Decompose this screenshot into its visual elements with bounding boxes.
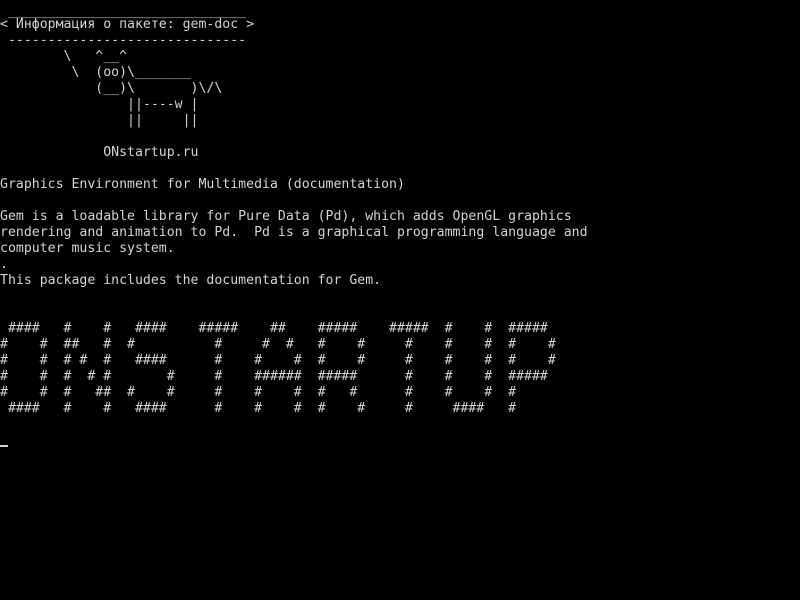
cowsay-bubble-text: < Информация о пакете: gem-doc > xyxy=(0,17,255,32)
site-label: ONstartup.ru xyxy=(0,145,199,160)
package-summary: Graphics Environment for Multimedia (doc… xyxy=(0,177,405,192)
cowsay-cow-line-3: (__)\ )\/\ xyxy=(0,81,223,96)
cowsay-cow-line-5: || || xyxy=(0,113,199,128)
cowsay-bubble-bottom: ------------------------------ xyxy=(0,33,247,48)
banner-line-6: #### # # #### # # # # # # #### # xyxy=(0,401,517,416)
banner-line-4: # # # # # # # ###### ##### # # # ##### xyxy=(0,369,548,384)
banner-line-5: # # # ## # # # # # # # # # # # xyxy=(0,385,517,400)
cowsay-cow-line-4: ||----w | xyxy=(0,97,199,112)
cowsay-cow-line-1: \ ^__^ xyxy=(0,49,128,64)
cowsay-cow-line-2: \ (oo)\_______ xyxy=(0,65,191,80)
banner-line-2: # # ## # # # # # # # # # # # # xyxy=(0,337,556,352)
banner-line-3: # # # # # #### # # # # # # # # # # xyxy=(0,353,556,368)
package-description-line-2: rendering and animation to Pd. Pd is a g… xyxy=(0,225,588,240)
banner-line-1: #### # # #### ##### ## ##### ##### # # #… xyxy=(0,321,548,336)
terminal-screen: ______________________________ < Информа… xyxy=(0,0,800,600)
package-description-line-3: computer music system. xyxy=(0,241,175,256)
package-description-line-5: This package includes the documentation … xyxy=(0,273,382,288)
package-description-line-4: . xyxy=(0,257,8,272)
package-description-line-1: Gem is a loadable library for Pure Data … xyxy=(0,209,572,224)
text-cursor[interactable] xyxy=(0,445,8,447)
